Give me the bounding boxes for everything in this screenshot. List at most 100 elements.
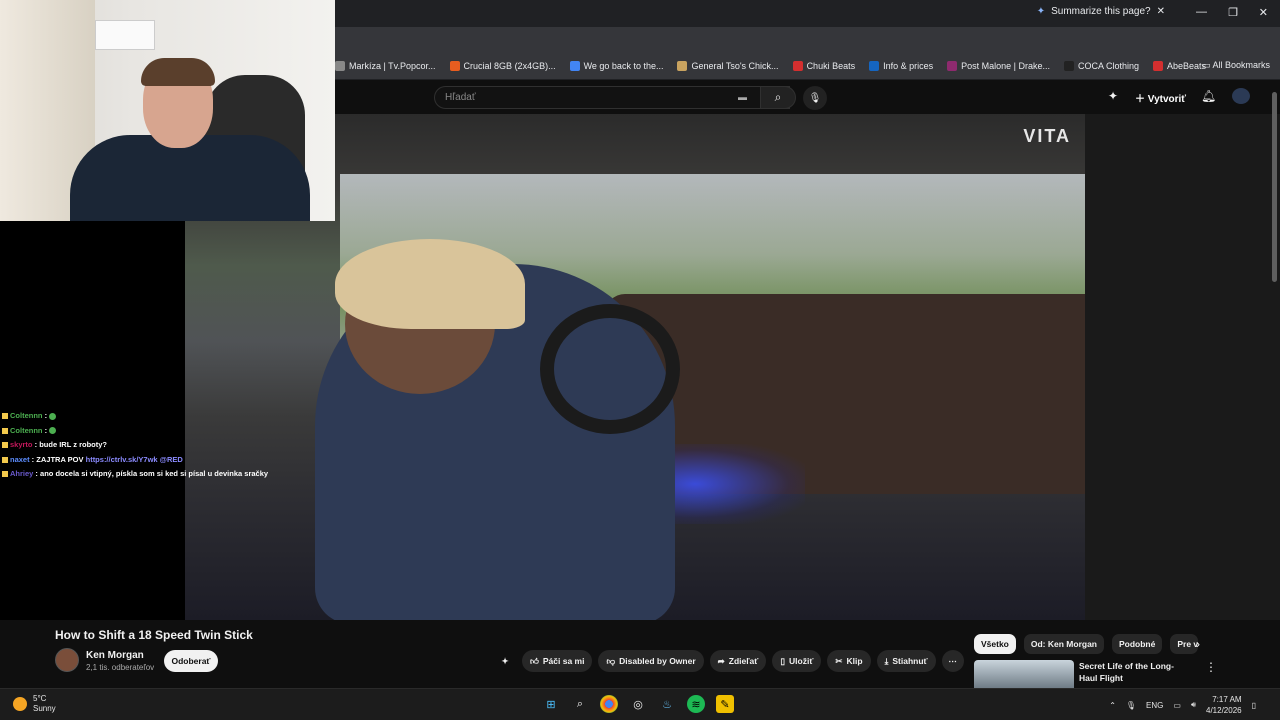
chat-text: ZAJTRA POV bbox=[36, 454, 84, 464]
webcam-overlay bbox=[0, 0, 335, 221]
bookmark-label: Chuki Beats bbox=[806, 61, 856, 71]
notification-icon[interactable]: ▯ bbox=[1252, 701, 1256, 710]
filter-chip[interactable]: Všetko bbox=[974, 634, 1016, 654]
restore-icon[interactable]: ❐ bbox=[1228, 6, 1238, 19]
steam-icon[interactable]: ♨ bbox=[658, 695, 676, 713]
bookmark-favicon-icon bbox=[569, 61, 580, 71]
video-watermark: VITA bbox=[1023, 126, 1071, 146]
bookmark-item[interactable]: COCA Clothing bbox=[1064, 61, 1139, 71]
mic-icon[interactable]: 🎙︎ bbox=[1126, 701, 1136, 710]
minimize-icon[interactable]: — bbox=[1196, 6, 1207, 18]
bookmark-label: Post Malone | Drake... bbox=[961, 61, 1050, 71]
chrome-icon[interactable] bbox=[600, 695, 618, 713]
search-input[interactable]: Hľadať bbox=[434, 86, 790, 109]
video-frame-wheel bbox=[540, 304, 680, 434]
filter-chip[interactable]: Podobné bbox=[1111, 634, 1163, 654]
more-actions-button[interactable]: ⋯ bbox=[941, 650, 964, 672]
chat-message: Coltennn : bbox=[2, 424, 268, 439]
chat-separator: : bbox=[29, 454, 35, 464]
bookmark-favicon-icon bbox=[1064, 61, 1074, 71]
ask-button[interactable]: ✦ bbox=[494, 650, 516, 672]
bookmark-favicon-icon bbox=[677, 61, 688, 71]
search-icon[interactable]: ⌕ bbox=[571, 695, 589, 713]
chevron-up-icon[interactable]: ⌃ bbox=[1109, 701, 1116, 710]
keyboard-icon[interactable]: ▬ bbox=[738, 92, 747, 102]
share-label: Zdieľať bbox=[728, 656, 759, 666]
filter-chip[interactable]: Od: Ken Morgan bbox=[1023, 634, 1104, 654]
chevron-right-icon[interactable]: › bbox=[1196, 637, 1200, 651]
more-icon: ⋯ bbox=[948, 655, 957, 666]
close-icon[interactable]: ✕ bbox=[1157, 6, 1165, 17]
chat-username[interactable]: Coltennn bbox=[10, 411, 43, 420]
channel-avatar[interactable] bbox=[55, 648, 79, 672]
scrollbar[interactable] bbox=[1272, 92, 1277, 282]
notes-icon[interactable]: ✎ bbox=[716, 695, 734, 713]
weather-widget[interactable]: 5°C Sunny bbox=[13, 694, 56, 714]
spotify-icon[interactable]: ≋ bbox=[687, 695, 705, 713]
chat-username[interactable]: naxet bbox=[10, 455, 30, 464]
related-video-menu-icon[interactable]: ⋮ bbox=[1205, 660, 1217, 674]
plus-icon: ＋ bbox=[1135, 94, 1145, 105]
network-icon[interactable]: ▭ bbox=[1173, 701, 1181, 710]
video-title: How to Shift a 18 Speed Twin Stick bbox=[55, 628, 253, 642]
browser-toolbar: ⧉ ⌕ ☆ ● ▸ ◆ ■ ⬚ ▣ ≡ ◉ ⋮ bbox=[335, 27, 1280, 73]
bookmark-label: Crucial 8GB (2x4GB)... bbox=[463, 61, 556, 71]
share-button[interactable]: ➦ Zdieľať bbox=[709, 650, 767, 672]
clip-button[interactable]: ✂ Klip bbox=[827, 650, 871, 672]
chat-link[interactable]: https://ctrlv.sk/Y7wk @RED bbox=[86, 455, 183, 464]
system-tray: ⌃ 🎙︎ ENG ▭ 🔊︎ 7:17 AM 4/12/2026 ▯ bbox=[1109, 694, 1256, 716]
windows-taskbar: 5°C Sunny ⊞ ⌕ ◎ ♨ ≋ ✎ ⌃ 🎙︎ ENG ▭ 🔊︎ 7:17… bbox=[0, 688, 1280, 720]
bookmark-item[interactable]: AbeBeats bbox=[1153, 61, 1206, 71]
obs-icon[interactable]: ◎ bbox=[629, 695, 647, 713]
dislike-button[interactable]: 👎︎ Disabled by Owner bbox=[598, 650, 704, 672]
like-button[interactable]: 👍︎ Páči sa mi bbox=[522, 650, 593, 672]
bookmark-favicon-icon bbox=[869, 61, 880, 71]
scissors-icon: ✂ bbox=[835, 655, 843, 666]
temperature: 5°C bbox=[33, 694, 47, 703]
thumbs-up-icon: 👍︎ bbox=[530, 655, 539, 666]
related-video-thumbnail[interactable] bbox=[974, 660, 1074, 688]
window-close-icon[interactable]: ✕ bbox=[1259, 6, 1268, 19]
create-button[interactable]: ＋ Vytvoriť bbox=[1135, 90, 1186, 105]
bookmark-item[interactable]: General Tso's Chick... bbox=[677, 61, 779, 71]
bookmark-item[interactable]: Crucial 8GB (2x4GB)... bbox=[449, 61, 556, 71]
channel-name[interactable]: Ken Morgan bbox=[86, 650, 144, 661]
bookmark-item[interactable]: We go back to the... bbox=[569, 61, 663, 71]
filter-chip[interactable]: Pre vás bbox=[1170, 634, 1199, 654]
bell-icon[interactable]: 🔔︎ bbox=[1201, 89, 1216, 103]
video-actions: ✦ 👍︎ Páči sa mi 👎︎ Disabled by Owner ➦ Zdie… bbox=[494, 650, 964, 672]
chat-message: Coltennn : bbox=[2, 409, 268, 424]
chat-emote-icon bbox=[49, 412, 57, 420]
sparkle-icon[interactable]: ✦ bbox=[1108, 89, 1118, 103]
voice-search-button[interactable]: 🎙︎ bbox=[803, 86, 827, 110]
weather-condition: Sunny bbox=[33, 704, 56, 713]
chat-username[interactable]: Ahriey bbox=[10, 469, 33, 478]
windows-start-icon[interactable]: ⊞ bbox=[542, 695, 560, 713]
chat-username[interactable]: Coltennn bbox=[10, 426, 43, 435]
bookmark-item[interactable]: Markíza | Tv.Popcor... bbox=[335, 61, 436, 71]
summarize-prompt[interactable]: ✦ Summarize this page? ✕ bbox=[1037, 6, 1165, 17]
volume-icon[interactable]: 🔊︎ bbox=[1191, 700, 1196, 710]
bookmark-label: General Tso's Chick... bbox=[691, 61, 779, 71]
search-button[interactable]: ⌕ bbox=[760, 86, 796, 109]
subscribe-button[interactable]: Odoberať bbox=[164, 650, 218, 672]
all-bookmarks[interactable]: ▭ All Bookmarks bbox=[1202, 60, 1270, 71]
bookmark-item[interactable]: Post Malone | Drake... bbox=[947, 61, 1050, 71]
save-button[interactable]: ▯ Uložiť bbox=[772, 650, 822, 672]
language-indicator[interactable]: ENG bbox=[1146, 701, 1163, 710]
clock-date: 4/12/2026 bbox=[1206, 706, 1242, 715]
download-button[interactable]: ⤓ Stiahnuť bbox=[876, 650, 936, 672]
chat-username[interactable]: skyrto bbox=[10, 440, 33, 449]
share-icon: ➦ bbox=[717, 655, 725, 666]
bookmark-favicon-icon bbox=[335, 61, 345, 71]
stream-chat: Coltennn : Coltennn : skyrto : bude IRL … bbox=[2, 409, 268, 482]
chat-badge-icon bbox=[2, 413, 8, 420]
avatar[interactable] bbox=[1232, 88, 1250, 104]
chat-badge-icon bbox=[2, 471, 8, 478]
clock[interactable]: 7:17 AM 4/12/2026 bbox=[1206, 694, 1242, 716]
bookmark-item[interactable]: Info & prices bbox=[869, 61, 933, 71]
related-video-title[interactable]: Secret Life of the Long-Haul Flight bbox=[1079, 660, 1189, 684]
bookmark-item[interactable]: Chuki Beats bbox=[792, 61, 856, 71]
chat-text: bude IRL z roboty? bbox=[39, 440, 107, 449]
chat-separator: : bbox=[32, 440, 38, 449]
